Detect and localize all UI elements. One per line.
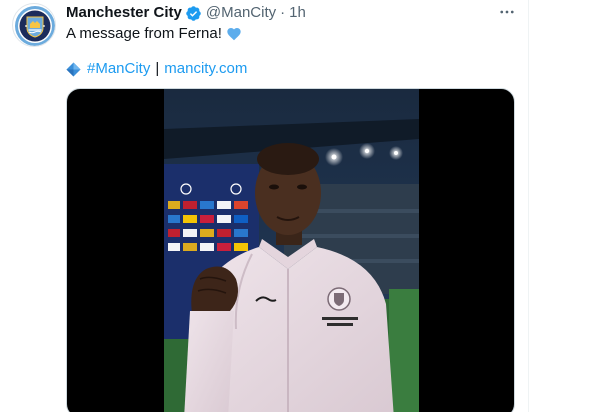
- column-divider: [528, 0, 529, 412]
- avatar[interactable]: [12, 3, 56, 47]
- club-crest-icon: [15, 6, 55, 46]
- video-still-image: [164, 89, 419, 412]
- video-player[interactable]: [66, 88, 515, 412]
- website-link[interactable]: mancity.com: [164, 59, 247, 79]
- link-line: #ManCity | mancity.com: [66, 59, 247, 79]
- more-options-button[interactable]: [496, 2, 518, 22]
- link-separator: |: [155, 60, 160, 77]
- handle[interactable]: @ManCity: [206, 3, 276, 23]
- separator-dot: ·: [280, 4, 286, 21]
- hashtag-link[interactable]: #ManCity: [87, 59, 150, 79]
- display-name[interactable]: Manchester City: [66, 3, 182, 23]
- video-frame[interactable]: [164, 89, 419, 412]
- timestamp[interactable]: 1h: [289, 3, 306, 23]
- tweet-text: A message from Ferna!: [66, 24, 242, 44]
- blue-heart-icon: [227, 28, 241, 41]
- verified-badge-icon: [186, 5, 201, 21]
- tweet-header: Manchester City @ManCity · 1h: [66, 3, 306, 23]
- blue-diamond-icon: [66, 61, 81, 77]
- tweet-text-body: A message from Ferna!: [66, 25, 222, 42]
- tweet[interactable]: Manchester City @ManCity · 1h A message …: [0, 0, 528, 412]
- more-options-icon: [500, 10, 514, 14]
